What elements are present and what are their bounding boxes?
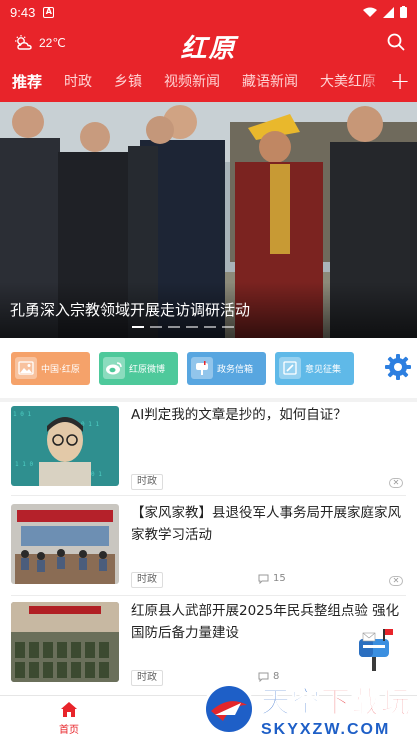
news-category-tag: 时政 <box>131 572 163 588</box>
dismiss-button[interactable]: ✕ <box>389 478 403 488</box>
news-item[interactable]: 1 0 10 1 11 1 00 1 AI判定我的文章是抄的，如何自证？ 时政 … <box>0 402 417 494</box>
watermark-title: 天空下载玩 <box>260 679 411 721</box>
search-icon <box>387 33 405 51</box>
notification-icon: A <box>43 6 55 18</box>
hero-carousel[interactable]: 孔勇深入宗教领域开展走访调研活动 <box>0 102 417 338</box>
gear-icon <box>385 354 411 380</box>
header: 9:43 A 22℃ 红原 推荐 时政 乡镇 视频新闻 藏语新闻 大美红原 + <box>0 0 417 102</box>
weibo-icon <box>103 357 125 379</box>
add-channel-button[interactable]: + <box>383 62 417 100</box>
dismiss-button[interactable]: ✕ <box>389 576 403 586</box>
carousel-dot <box>186 326 198 328</box>
svg-text:1 1 0: 1 1 0 <box>15 461 33 468</box>
temperature: 22℃ <box>39 36 66 50</box>
svg-text:0 1 1: 0 1 1 <box>81 421 99 428</box>
weather-widget[interactable]: 22℃ <box>14 35 66 51</box>
news-thumbnail <box>11 504 119 584</box>
carousel-dot <box>222 326 234 328</box>
signal-icon <box>383 6 394 18</box>
carousel-dot <box>150 326 162 328</box>
comment-icon <box>258 574 269 584</box>
watermark-logo <box>202 683 255 735</box>
shortcut-label: 意见征集 <box>305 364 342 375</box>
comment-count-value: 15 <box>273 573 286 584</box>
edit-icon <box>279 357 301 379</box>
carousel-indicator <box>132 326 234 328</box>
nav-home[interactable]: 首页 <box>52 701 86 736</box>
news-thumbnail: 1 0 1 0 1 1 1 1 0 0 1 <box>11 406 119 486</box>
carousel-dot <box>132 326 144 328</box>
shortcut-label: 中国·红原 <box>41 364 80 375</box>
settings-button[interactable] <box>383 352 413 386</box>
shortcut-bar: 中国·红原 红原微博 政务信箱 意见征集 <box>0 338 417 398</box>
watermark-url: SKYXZW.COM <box>260 721 391 738</box>
tab-politics[interactable]: 时政 <box>64 71 92 91</box>
tab-tibetan-news[interactable]: 藏语新闻 <box>242 71 298 91</box>
news-title: 【家风家教】县退役军人事务局开展家庭家风家教学习活动 <box>131 505 401 543</box>
shortcut-opinion[interactable]: 意见征集 <box>275 351 354 385</box>
shortcut-label: 政务信箱 <box>217 364 254 375</box>
search-button[interactable] <box>387 33 405 55</box>
app-screen: 9:43 A 22℃ 红原 推荐 时政 乡镇 视频新闻 藏语新闻 大美红原 + … <box>0 0 417 741</box>
mailbox-icon <box>359 629 393 671</box>
comment-count: 15 <box>258 573 286 584</box>
home-icon <box>61 702 77 717</box>
tab-recommend[interactable]: 推荐 <box>12 71 42 92</box>
tab-video-news[interactable]: 视频新闻 <box>164 71 220 91</box>
news-title: AI判定我的文章是抄的，如何自证？ <box>131 407 347 423</box>
carousel-dot <box>204 326 216 328</box>
nav-home-label: 首页 <box>59 725 79 736</box>
shortcut-gov-mailbox[interactable]: 政务信箱 <box>187 351 266 385</box>
news-category-tag: 时政 <box>131 474 163 490</box>
partly-cloudy-icon <box>15 35 32 50</box>
battery-icon <box>400 6 407 18</box>
status-icons <box>363 6 407 18</box>
app-logo: 红原 <box>180 34 237 64</box>
news-item[interactable]: 【家风家教】县退役军人事务局开展家庭家风家教学习活动 时政 15 ✕ <box>0 496 417 594</box>
carousel-dot <box>168 326 180 328</box>
top-bar: 22℃ 红原 <box>0 24 417 64</box>
tab-towns[interactable]: 乡镇 <box>114 71 142 91</box>
news-category-tag: 时政 <box>131 670 163 686</box>
status-bar: 9:43 A <box>0 0 417 24</box>
status-time: 9:43 <box>10 4 36 20</box>
channel-tabs: 推荐 时政 乡镇 视频新闻 藏语新闻 大美红原 社 + <box>0 62 417 100</box>
watermark-text: 天空下载玩 SKYXZW.COM <box>260 679 411 739</box>
watermark-title-red: 下载玩 <box>320 685 411 720</box>
mailbox-icon <box>191 357 213 379</box>
svg-text:0 1: 0 1 <box>91 471 102 478</box>
hero-title: 孔勇深入宗教领域开展走访调研活动 <box>10 301 251 319</box>
news-thumbnail <box>11 602 119 682</box>
wifi-icon <box>363 7 377 17</box>
svg-text:1 0 1: 1 0 1 <box>13 411 31 418</box>
floating-mailbox-button[interactable] <box>353 627 397 677</box>
shortcut-label: 红原微博 <box>129 364 166 375</box>
image-icon <box>15 357 37 379</box>
watermark: 天空下载玩 SKYXZW.COM <box>201 679 411 739</box>
shortcut-china-hongyuan[interactable]: 中国·红原 <box>11 351 90 385</box>
shortcut-weibo[interactable]: 红原微博 <box>99 351 178 385</box>
watermark-title-blue: 天空 <box>260 685 321 720</box>
